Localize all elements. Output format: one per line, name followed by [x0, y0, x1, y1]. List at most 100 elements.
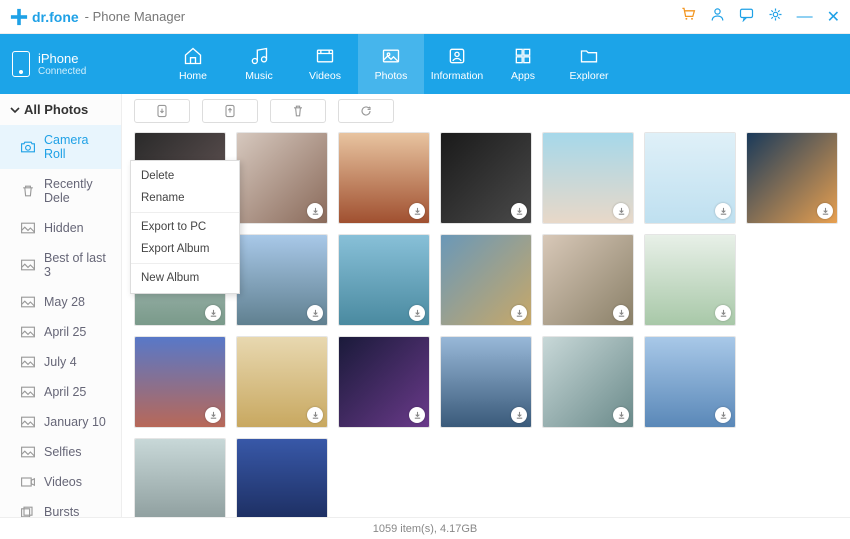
photo-thumbnail[interactable]: [542, 234, 634, 326]
photo-thumbnail[interactable]: [542, 132, 634, 224]
photo-thumbnail[interactable]: [134, 336, 226, 428]
download-badge-icon: [307, 407, 323, 423]
sidebar-item-camera-roll[interactable]: Camera Roll: [0, 125, 121, 169]
download-badge-icon: [613, 203, 629, 219]
image-icon: [20, 415, 36, 429]
image-icon: [20, 325, 36, 339]
sidebar-item-may-28[interactable]: May 28: [0, 287, 121, 317]
context-menu-delete[interactable]: Delete: [131, 165, 239, 187]
sidebar-item-july-4[interactable]: July 4: [0, 347, 121, 377]
tab-apps[interactable]: Apps: [490, 34, 556, 94]
photo-thumbnail[interactable]: [746, 132, 838, 224]
sidebar-item-april-25-b[interactable]: April 25: [0, 377, 121, 407]
sidebar-heading[interactable]: All Photos: [0, 94, 121, 125]
sidebar-item-best-last-30[interactable]: Best of last 3: [0, 243, 121, 287]
context-menu-export-pc[interactable]: Export to PC: [131, 216, 239, 238]
download-badge-icon: [715, 407, 731, 423]
device-name: iPhone: [38, 51, 86, 66]
photo-thumbnail[interactable]: [542, 336, 634, 428]
sidebar-item-april-25[interactable]: April 25: [0, 317, 121, 347]
trash-icon: [20, 184, 36, 198]
context-menu-rename[interactable]: Rename: [131, 187, 239, 209]
device-status: Connected: [38, 66, 86, 77]
photo-thumbnail[interactable]: [134, 438, 226, 517]
photo-thumbnail[interactable]: [644, 234, 736, 326]
download-badge-icon: [511, 305, 527, 321]
chevron-down-icon: [10, 105, 20, 115]
cart-icon[interactable]: [680, 6, 696, 27]
photo-thumbnail[interactable]: [338, 234, 430, 326]
photo-thumbnail[interactable]: [236, 336, 328, 428]
download-badge-icon: [409, 203, 425, 219]
download-badge-icon: [205, 407, 221, 423]
tab-videos[interactable]: Videos: [292, 34, 358, 94]
delete-button[interactable]: [270, 99, 326, 123]
photo-thumbnail[interactable]: [236, 234, 328, 326]
tab-photos[interactable]: Photos: [358, 34, 424, 94]
context-menu-separator: [131, 263, 239, 264]
close-button[interactable]: ✕: [827, 7, 840, 27]
image-icon: [20, 385, 36, 399]
image-icon: [20, 258, 36, 272]
image-icon: [20, 295, 36, 309]
photo-thumbnail[interactable]: [644, 132, 736, 224]
camera-icon: [20, 140, 36, 154]
toolbar: [122, 94, 850, 128]
sidebar-item-january-10[interactable]: January 10: [0, 407, 121, 437]
photo-thumbnail[interactable]: [236, 132, 328, 224]
photo-thumbnail[interactable]: [440, 132, 532, 224]
main-tabs: Home Music Videos Photos Information App…: [160, 34, 850, 94]
minimize-button[interactable]: —: [797, 8, 813, 26]
photo-thumbnail[interactable]: [440, 234, 532, 326]
titlebar-actions: — ✕: [680, 6, 840, 27]
photo-thumbnail[interactable]: [440, 336, 532, 428]
download-badge-icon: [613, 407, 629, 423]
tab-music[interactable]: Music: [226, 34, 292, 94]
photo-thumbnail[interactable]: [338, 336, 430, 428]
brand-text: dr.fone: [32, 9, 79, 25]
main-area: All Photos Camera Roll Recently Dele Hid…: [0, 94, 850, 517]
app-title: - Phone Manager: [85, 9, 185, 24]
burst-icon: [20, 505, 36, 517]
tab-home[interactable]: Home: [160, 34, 226, 94]
status-text: 1059 item(s), 4.17GB: [373, 523, 478, 535]
image-icon: [20, 445, 36, 459]
sidebar-item-videos[interactable]: Videos: [0, 467, 121, 497]
download-badge-icon: [307, 305, 323, 321]
download-badge-icon: [715, 203, 731, 219]
photo-thumbnail[interactable]: [338, 132, 430, 224]
sidebar: All Photos Camera Roll Recently Dele Hid…: [0, 94, 122, 517]
export-button[interactable]: [202, 99, 258, 123]
tab-explorer[interactable]: Explorer: [556, 34, 622, 94]
sidebar-item-recently-deleted[interactable]: Recently Dele: [0, 169, 121, 213]
video-icon: [20, 475, 36, 489]
context-menu-new-album[interactable]: New Album: [131, 267, 239, 289]
gear-icon[interactable]: [768, 7, 783, 27]
device-panel[interactable]: iPhone Connected: [0, 34, 160, 94]
sidebar-item-selfies[interactable]: Selfies: [0, 437, 121, 467]
user-icon[interactable]: [710, 7, 725, 27]
download-badge-icon: [511, 407, 527, 423]
content-panel: [122, 94, 850, 517]
feedback-icon[interactable]: [739, 7, 754, 27]
context-menu-separator: [131, 212, 239, 213]
sidebar-item-hidden[interactable]: Hidden: [0, 213, 121, 243]
app-logo: dr.fone: [10, 8, 79, 26]
download-badge-icon: [715, 305, 731, 321]
download-badge-icon: [511, 203, 527, 219]
download-badge-icon: [307, 203, 323, 219]
image-icon: [20, 221, 36, 235]
header-nav: iPhone Connected Home Music Videos Photo…: [0, 34, 850, 94]
image-icon: [20, 355, 36, 369]
photo-thumbnail[interactable]: [644, 336, 736, 428]
photo-thumbnail[interactable]: [236, 438, 328, 517]
refresh-button[interactable]: [338, 99, 394, 123]
context-menu-export-album[interactable]: Export Album: [131, 238, 239, 260]
sidebar-item-bursts[interactable]: Bursts: [0, 497, 121, 517]
download-badge-icon: [409, 407, 425, 423]
tab-information[interactable]: Information: [424, 34, 490, 94]
download-badge-icon: [817, 203, 833, 219]
download-badge-icon: [613, 305, 629, 321]
statusbar: 1059 item(s), 4.17GB: [0, 517, 850, 539]
import-button[interactable]: [134, 99, 190, 123]
